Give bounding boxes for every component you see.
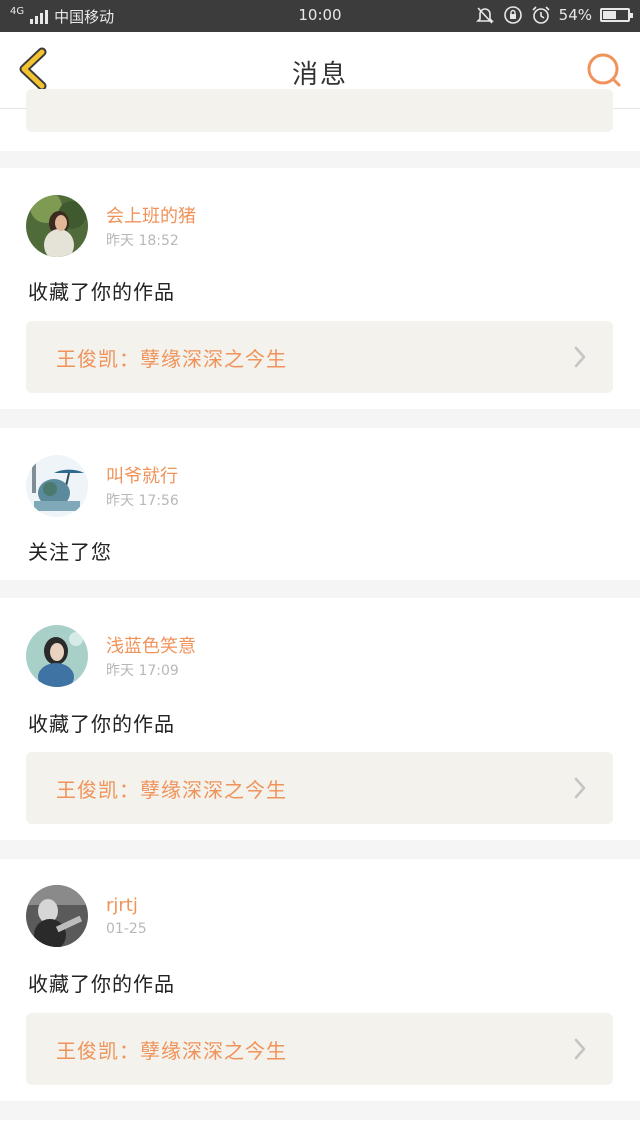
username[interactable]: 会上班的猪 [106, 202, 196, 228]
work-link[interactable]: 王俊凯：孽缘深深之今生 [26, 1013, 613, 1085]
status-right: 54% [475, 5, 633, 25]
work-link-partial[interactable] [26, 89, 613, 132]
message-action: 收藏了你的作品 [28, 972, 175, 996]
battery-percent: 54% [558, 6, 592, 24]
work-link[interactable]: 王俊凯：孽缘深深之今生 [26, 752, 613, 824]
avatar[interactable] [26, 455, 88, 517]
message-action: 收藏了你的作品 [28, 280, 175, 304]
status-bar: 4G 中国移动 10:00 54% [0, 0, 640, 32]
message-action: 关注了您 [28, 540, 112, 564]
message-card: rjrtj 01-25 收藏了你的作品 王俊凯：孽缘深深之今生 [0, 859, 640, 1101]
message-time: 昨天 18:52 [106, 233, 179, 249]
chevron-right-icon [574, 777, 586, 799]
avatar[interactable] [26, 885, 88, 947]
avatar[interactable] [26, 625, 88, 687]
chevron-right-icon [574, 1038, 586, 1060]
mute-bell-icon [475, 7, 494, 24]
work-title: 王俊凯：孽缘深深之今生 [56, 347, 287, 371]
message-time: 01-25 [106, 921, 147, 937]
message-card: 浅蓝色笑意 昨天 17:09 收藏了你的作品 王俊凯：孽缘深深之今生 [0, 598, 640, 840]
message-time: 昨天 17:09 [106, 663, 179, 679]
avatar[interactable] [26, 195, 88, 257]
message-card: 会上班的猪 昨天 18:52 收藏了你的作品 王俊凯：孽缘深深之今生 [0, 168, 640, 409]
battery-icon [600, 8, 633, 22]
search-icon[interactable] [584, 50, 624, 90]
message-card-partial [0, 1120, 640, 1138]
message-time: 昨天 17:56 [106, 493, 179, 509]
alarm-icon [532, 6, 550, 24]
chevron-right-icon [574, 346, 586, 368]
username[interactable]: 浅蓝色笑意 [106, 632, 196, 658]
page-title: 消息 [291, 60, 348, 90]
message-action: 收藏了你的作品 [28, 712, 175, 736]
username[interactable]: rjrtj [106, 895, 138, 916]
battery-level-fill [603, 11, 616, 19]
rotation-lock-icon [503, 6, 522, 24]
message-card: 叫爷就行 昨天 17:56 关注了您 [0, 428, 640, 580]
work-title: 王俊凯：孽缘深深之今生 [56, 1039, 287, 1063]
work-title: 王俊凯：孽缘深深之今生 [56, 778, 287, 802]
work-link[interactable]: 王俊凯：孽缘深深之今生 [26, 321, 613, 393]
message-card-partial [0, 89, 640, 151]
username[interactable]: 叫爷就行 [106, 462, 178, 488]
